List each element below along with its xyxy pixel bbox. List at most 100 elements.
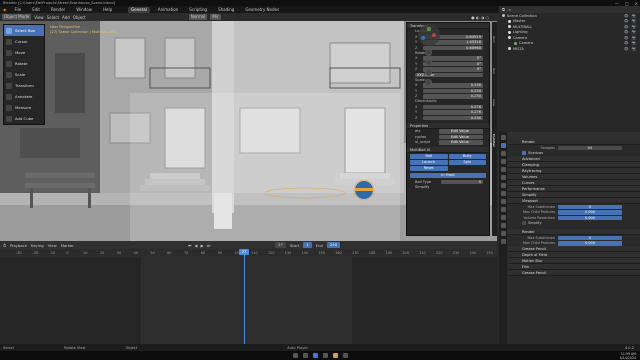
properties-tab-view-layer-icon[interactable] — [500, 159, 506, 164]
app-icon[interactable] — [342, 353, 348, 358]
shadows-checkbox[interactable] — [522, 151, 526, 156]
sidebar-tab-view[interactable]: View — [492, 88, 496, 118]
properties-tab-object-icon[interactable] — [500, 191, 506, 196]
menu-render[interactable]: Render — [48, 7, 68, 13]
properties-tab-tool-icon[interactable] — [500, 135, 506, 140]
playhead-frame-label[interactable]: 27 — [239, 249, 249, 255]
properties-tab-particles-icon[interactable] — [500, 207, 506, 212]
properties-tab-world-icon[interactable] — [500, 175, 506, 180]
dimensions-y-value[interactable]: 0.276 — [423, 110, 483, 115]
timeline-menu-keying[interactable]: Keying — [31, 243, 44, 248]
section-grease-pencil[interactable]: Grease Pencil — [508, 270, 640, 276]
visibility-icon[interactable]: 👁 📷 — [624, 25, 640, 29]
visibility-icon[interactable]: 👁 📷 — [624, 19, 640, 23]
tool-scale[interactable]: Scale — [4, 69, 44, 80]
properties-tab-collection-icon[interactable] — [500, 183, 506, 188]
viewport-setting-value[interactable]: 0.000 — [558, 215, 622, 220]
viewport-menu-object[interactable]: Object — [73, 15, 86, 20]
visibility-icon[interactable]: 👁 📷 — [624, 47, 640, 51]
workspace-tab-shading[interactable]: Shading — [215, 7, 237, 13]
simplify-checkbox-row[interactable]: Simplify — [508, 221, 640, 227]
tool-rotate[interactable]: Rotate — [4, 58, 44, 69]
scale-z-value[interactable]: 0.230 — [423, 94, 483, 99]
scale-y-value[interactable]: 0.230 — [423, 88, 483, 93]
maximize-button[interactable]: □ — [625, 1, 629, 6]
current-frame-field[interactable]: 27 — [275, 242, 286, 248]
menu-edit[interactable]: Edit — [29, 7, 43, 13]
simplify-checkbox[interactable] — [522, 221, 526, 226]
viewport-menu-view[interactable]: View — [34, 15, 44, 20]
file-explorer-icon[interactable] — [322, 353, 328, 358]
viewport-setting-value[interactable]: 0.000 — [558, 210, 622, 215]
shading-solid-icon[interactable]: ● ◐ ◑ ○ — [471, 15, 489, 20]
tool-move[interactable]: Move — [4, 47, 44, 58]
edit-value-button[interactable]: Edit Value — [439, 134, 483, 139]
ball-type-value[interactable]: 0 — [441, 179, 483, 184]
viewport-setting-value[interactable]: 0 — [558, 204, 622, 209]
tool-select-box[interactable]: Select Box — [4, 25, 44, 36]
outliner-item[interactable]: MISTA 👁 📷 — [499, 46, 640, 52]
close-button[interactable]: ✕ — [635, 1, 638, 6]
properties-tab-constraints-icon[interactable] — [500, 223, 506, 228]
blender-logo-icon[interactable]: ◉ — [3, 7, 7, 12]
start-menu-icon[interactable] — [292, 353, 298, 358]
timeline-menu-view[interactable]: View — [48, 243, 57, 248]
viewport-menu-add[interactable]: Add — [62, 15, 70, 20]
system-clock[interactable]: 11:59 AM 4/14/2024 — [620, 352, 636, 360]
multiball-spin-button[interactable]: Spin — [448, 160, 486, 165]
viewport-menu-select[interactable]: Select — [47, 15, 59, 20]
end-frame-field[interactable]: 250 — [326, 242, 341, 248]
menu-file[interactable]: File — [12, 7, 25, 13]
timeline-menu-playback[interactable]: Playback — [10, 243, 27, 248]
properties-tab-physics-icon[interactable] — [500, 215, 506, 220]
visibility-icon[interactable]: 👁 📷 — [624, 41, 640, 45]
menu-help[interactable]: Help — [100, 7, 115, 13]
visibility-icon[interactable]: 👁 📷 — [624, 36, 640, 40]
multiball-reset-button[interactable]: Reset — [410, 166, 448, 171]
multiball-launch-button[interactable]: Launch — [410, 160, 448, 165]
render-setting-value[interactable]: 0 — [558, 235, 622, 240]
workspace-tab-animation[interactable]: Animation — [155, 7, 181, 13]
render-setting-value[interactable]: 0.000 — [558, 241, 622, 246]
navigation-gizmo[interactable] — [418, 24, 440, 89]
search-icon[interactable] — [302, 353, 308, 358]
tool-annotate[interactable]: Annotate — [4, 91, 44, 102]
visibility-icon[interactable]: 👁 📷 — [624, 14, 640, 18]
dimensions-z-value[interactable]: 0.230 — [423, 115, 483, 120]
tool-cursor[interactable]: Cursor — [4, 36, 44, 47]
simplify-field[interactable]: Simplify — [407, 185, 489, 191]
properties-tab-data-icon[interactable] — [500, 231, 506, 236]
edit-value-button[interactable]: Edit Value — [439, 140, 483, 145]
orientation-selector[interactable]: Normal — [188, 14, 208, 20]
dimensions-y-field[interactable]: Y 0.276 — [407, 110, 489, 116]
zoom-icon[interactable] — [425, 49, 432, 56]
simplify-label[interactable]: Simplify — [415, 185, 429, 189]
workspace-tab-general[interactable]: General — [128, 6, 150, 13]
mode-selector[interactable]: Object Mode — [2, 14, 32, 20]
multiball-roll-button[interactable]: Roll — [410, 154, 448, 159]
workspace-tab-scripting[interactable]: Scripting — [186, 7, 210, 13]
edit-value-button[interactable]: Edit Value — [439, 129, 483, 134]
dimensions-x-field[interactable]: X 0.276 — [407, 104, 489, 110]
properties-tab-render-icon[interactable] — [500, 143, 506, 148]
ball-type-field[interactable]: Ball Type 0 — [407, 179, 489, 185]
outliner-search-icon[interactable]: ⌕ — [509, 7, 511, 12]
properties-tab-output-icon[interactable] — [500, 151, 506, 156]
minimize-button[interactable]: — — [615, 1, 619, 6]
tool-measure[interactable]: Measure — [4, 102, 44, 113]
dimensions-z-field[interactable]: Z 0.230 — [407, 115, 489, 121]
playhead[interactable] — [244, 249, 245, 344]
samples-value[interactable]: 64 — [558, 145, 622, 150]
workspace-tab-geometry-nodes[interactable]: Geometry Nodes — [242, 7, 282, 13]
multiball-bully-button[interactable]: Bully — [448, 154, 486, 159]
play-controls[interactable]: ⏮ ◀ ▶ ⏭ — [188, 243, 211, 248]
browser-icon[interactable] — [312, 353, 318, 358]
properties-tab-modifiers-icon[interactable] — [500, 199, 506, 204]
camera-view-icon[interactable] — [425, 69, 432, 76]
sidebar-tab-tool[interactable]: Tool — [492, 56, 496, 86]
tool-transform[interactable]: Transform — [4, 80, 44, 91]
dimensions-x-value[interactable]: 0.276 — [423, 104, 483, 109]
properties-tab-material-icon[interactable] — [500, 239, 506, 244]
blender-taskbar-icon[interactable] — [332, 353, 338, 358]
tool-add-cube[interactable]: Add Cube — [4, 113, 44, 124]
